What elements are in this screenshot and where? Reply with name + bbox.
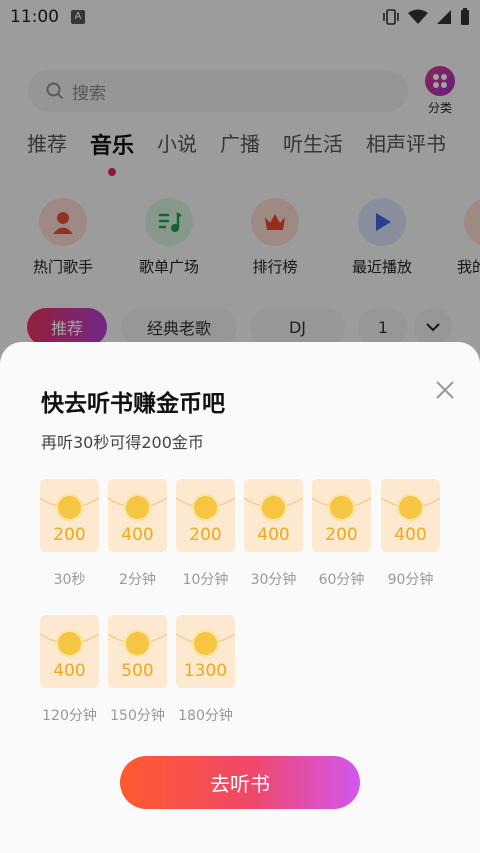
coin-icon (126, 632, 149, 655)
coin-icon (399, 496, 422, 519)
reward-duration: 120分钟 (42, 708, 97, 724)
reward-amount: 400 (257, 525, 290, 545)
reward-amount: 200 (325, 525, 358, 545)
reward-duration: 60分钟 (318, 572, 365, 588)
reward-sheet: 快去听书赚金币吧 再听30秒可得200金币 200 30秒 400 2分钟 200 10分… (0, 342, 480, 853)
reward-duration: 150分钟 (110, 708, 165, 724)
reward-item: 200 30秒 (40, 479, 99, 589)
reward-amount: 1300 (183, 661, 228, 681)
reward-amount: 400 (121, 525, 154, 545)
reward-item: 200 60分钟 (312, 479, 371, 589)
reward-item: 500 150分钟 (108, 615, 167, 725)
reward-item: 400 120分钟 (40, 615, 99, 725)
reward-duration: 30分钟 (250, 572, 297, 588)
reward-amount: 200 (53, 525, 86, 545)
coin-icon (330, 496, 353, 519)
reward-duration: 90分钟 (387, 572, 434, 588)
reward-duration: 180分钟 (178, 708, 233, 724)
reward-card: 500 (108, 615, 167, 688)
reward-card: 200 (176, 479, 235, 552)
reward-amount: 500 (121, 661, 154, 681)
reward-card: 200 (312, 479, 371, 552)
reward-card: 400 (40, 615, 99, 688)
reward-card: 400 (244, 479, 303, 552)
reward-item: 400 30分钟 (244, 479, 303, 589)
reward-amount: 400 (394, 525, 427, 545)
coin-icon (58, 632, 81, 655)
reward-card: 400 (381, 479, 440, 552)
close-icon[interactable] (434, 379, 456, 401)
go-listen-button[interactable]: 去听书 (120, 756, 360, 809)
sheet-title: 快去听书赚金币吧 (41, 391, 225, 417)
reward-item: 400 2分钟 (108, 479, 167, 589)
reward-duration: 30秒 (53, 572, 86, 588)
reward-amount: 200 (189, 525, 222, 545)
coin-icon (58, 496, 81, 519)
reward-item: 1300 180分钟 (176, 615, 235, 725)
reward-item: 200 10分钟 (176, 479, 235, 589)
reward-card: 200 (40, 479, 99, 552)
reward-duration: 10分钟 (182, 572, 229, 588)
coin-icon (194, 632, 217, 655)
reward-card: 400 (108, 479, 167, 552)
reward-amount: 400 (53, 661, 86, 681)
coin-icon (262, 496, 285, 519)
reward-card: 1300 (176, 615, 235, 688)
coin-icon (126, 496, 149, 519)
coin-icon (194, 496, 217, 519)
sheet-subtitle: 再听30秒可得200金币 (41, 433, 204, 452)
reward-duration: 2分钟 (119, 572, 156, 588)
reward-item: 400 90分钟 (381, 479, 440, 589)
